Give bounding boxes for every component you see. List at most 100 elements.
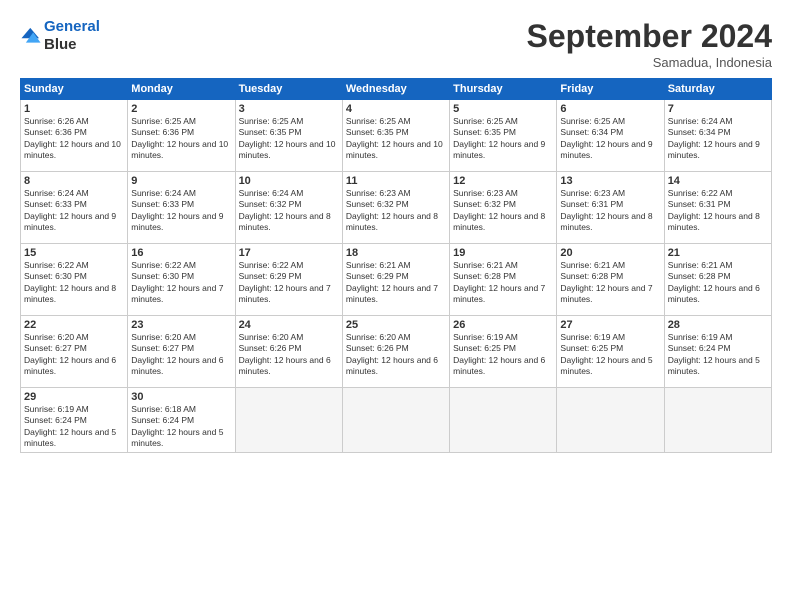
day-number: 20 <box>560 247 660 259</box>
list-item: 12Sunrise: 6:23 AMSunset: 6:32 PMDayligh… <box>450 172 557 244</box>
table-row: 1Sunrise: 6:26 AMSunset: 6:36 PMDaylight… <box>21 100 772 172</box>
day-number: 10 <box>239 175 339 187</box>
day-number: 25 <box>346 319 446 331</box>
day-number: 22 <box>24 319 124 331</box>
day-number: 13 <box>560 175 660 187</box>
day-info: Sunrise: 6:25 AMSunset: 6:34 PMDaylight:… <box>560 116 660 162</box>
day-info: Sunrise: 6:24 AMSunset: 6:32 PMDaylight:… <box>239 188 339 234</box>
day-info: Sunrise: 6:21 AMSunset: 6:28 PMDaylight:… <box>560 260 660 306</box>
day-number: 17 <box>239 247 339 259</box>
list-item: 19Sunrise: 6:21 AMSunset: 6:28 PMDayligh… <box>450 244 557 316</box>
day-number: 12 <box>453 175 553 187</box>
day-number: 21 <box>668 247 768 259</box>
day-info: Sunrise: 6:19 AMSunset: 6:24 PMDaylight:… <box>668 332 768 378</box>
day-info: Sunrise: 6:22 AMSunset: 6:30 PMDaylight:… <box>131 260 231 306</box>
day-info: Sunrise: 6:24 AMSunset: 6:33 PMDaylight:… <box>131 188 231 234</box>
day-number: 16 <box>131 247 231 259</box>
list-item: 4Sunrise: 6:25 AMSunset: 6:35 PMDaylight… <box>342 100 449 172</box>
day-number: 1 <box>24 103 124 115</box>
day-number: 23 <box>131 319 231 331</box>
list-item: 2Sunrise: 6:25 AMSunset: 6:36 PMDaylight… <box>128 100 235 172</box>
day-info: Sunrise: 6:24 AMSunset: 6:33 PMDaylight:… <box>24 188 124 234</box>
day-info: Sunrise: 6:19 AMSunset: 6:25 PMDaylight:… <box>453 332 553 378</box>
list-item: 20Sunrise: 6:21 AMSunset: 6:28 PMDayligh… <box>557 244 664 316</box>
day-number: 9 <box>131 175 231 187</box>
day-info: Sunrise: 6:21 AMSunset: 6:28 PMDaylight:… <box>453 260 553 306</box>
table-row: 29Sunrise: 6:19 AMSunset: 6:24 PMDayligh… <box>21 388 772 453</box>
day-info: Sunrise: 6:19 AMSunset: 6:24 PMDaylight:… <box>24 404 124 450</box>
list-item: 23Sunrise: 6:20 AMSunset: 6:27 PMDayligh… <box>128 316 235 388</box>
list-item <box>664 388 771 453</box>
table-row: 8Sunrise: 6:24 AMSunset: 6:33 PMDaylight… <box>21 172 772 244</box>
list-item <box>235 388 342 453</box>
day-info: Sunrise: 6:25 AMSunset: 6:36 PMDaylight:… <box>131 116 231 162</box>
list-item: 28Sunrise: 6:19 AMSunset: 6:24 PMDayligh… <box>664 316 771 388</box>
list-item <box>450 388 557 453</box>
list-item: 6Sunrise: 6:25 AMSunset: 6:34 PMDaylight… <box>557 100 664 172</box>
day-info: Sunrise: 6:25 AMSunset: 6:35 PMDaylight:… <box>453 116 553 162</box>
day-info: Sunrise: 6:20 AMSunset: 6:26 PMDaylight:… <box>346 332 446 378</box>
day-number: 6 <box>560 103 660 115</box>
list-item: 9Sunrise: 6:24 AMSunset: 6:33 PMDaylight… <box>128 172 235 244</box>
list-item: 8Sunrise: 6:24 AMSunset: 6:33 PMDaylight… <box>21 172 128 244</box>
title-block: September 2024 Samadua, Indonesia <box>527 18 772 70</box>
month-title: September 2024 <box>527 18 772 55</box>
day-info: Sunrise: 6:21 AMSunset: 6:28 PMDaylight:… <box>668 260 768 306</box>
list-item: 24Sunrise: 6:20 AMSunset: 6:26 PMDayligh… <box>235 316 342 388</box>
list-item: 16Sunrise: 6:22 AMSunset: 6:30 PMDayligh… <box>128 244 235 316</box>
day-info: Sunrise: 6:21 AMSunset: 6:29 PMDaylight:… <box>346 260 446 306</box>
day-info: Sunrise: 6:22 AMSunset: 6:29 PMDaylight:… <box>239 260 339 306</box>
day-info: Sunrise: 6:23 AMSunset: 6:32 PMDaylight:… <box>453 188 553 234</box>
col-monday: Monday <box>128 79 235 100</box>
day-number: 8 <box>24 175 124 187</box>
calendar-page: General Blue September 2024 Samadua, Ind… <box>0 0 792 612</box>
day-number: 2 <box>131 103 231 115</box>
col-thursday: Thursday <box>450 79 557 100</box>
day-info: Sunrise: 6:19 AMSunset: 6:25 PMDaylight:… <box>560 332 660 378</box>
day-info: Sunrise: 6:26 AMSunset: 6:36 PMDaylight:… <box>24 116 124 162</box>
day-number: 11 <box>346 175 446 187</box>
day-info: Sunrise: 6:22 AMSunset: 6:31 PMDaylight:… <box>668 188 768 234</box>
list-item: 5Sunrise: 6:25 AMSunset: 6:35 PMDaylight… <box>450 100 557 172</box>
day-number: 18 <box>346 247 446 259</box>
day-number: 5 <box>453 103 553 115</box>
day-number: 28 <box>668 319 768 331</box>
logo: General Blue <box>20 18 100 54</box>
col-tuesday: Tuesday <box>235 79 342 100</box>
day-info: Sunrise: 6:23 AMSunset: 6:31 PMDaylight:… <box>560 188 660 234</box>
list-item: 10Sunrise: 6:24 AMSunset: 6:32 PMDayligh… <box>235 172 342 244</box>
day-number: 24 <box>239 319 339 331</box>
list-item: 7Sunrise: 6:24 AMSunset: 6:34 PMDaylight… <box>664 100 771 172</box>
list-item: 11Sunrise: 6:23 AMSunset: 6:32 PMDayligh… <box>342 172 449 244</box>
list-item: 15Sunrise: 6:22 AMSunset: 6:30 PMDayligh… <box>21 244 128 316</box>
list-item: 27Sunrise: 6:19 AMSunset: 6:25 PMDayligh… <box>557 316 664 388</box>
col-sunday: Sunday <box>21 79 128 100</box>
day-info: Sunrise: 6:20 AMSunset: 6:27 PMDaylight:… <box>24 332 124 378</box>
list-item: 29Sunrise: 6:19 AMSunset: 6:24 PMDayligh… <box>21 388 128 453</box>
day-info: Sunrise: 6:20 AMSunset: 6:26 PMDaylight:… <box>239 332 339 378</box>
day-number: 27 <box>560 319 660 331</box>
col-friday: Friday <box>557 79 664 100</box>
logo-icon <box>20 25 42 47</box>
day-number: 14 <box>668 175 768 187</box>
list-item: 17Sunrise: 6:22 AMSunset: 6:29 PMDayligh… <box>235 244 342 316</box>
day-info: Sunrise: 6:24 AMSunset: 6:34 PMDaylight:… <box>668 116 768 162</box>
list-item: 14Sunrise: 6:22 AMSunset: 6:31 PMDayligh… <box>664 172 771 244</box>
header: General Blue September 2024 Samadua, Ind… <box>20 18 772 70</box>
header-row: Sunday Monday Tuesday Wednesday Thursday… <box>21 79 772 100</box>
table-row: 22Sunrise: 6:20 AMSunset: 6:27 PMDayligh… <box>21 316 772 388</box>
list-item: 1Sunrise: 6:26 AMSunset: 6:36 PMDaylight… <box>21 100 128 172</box>
day-info: Sunrise: 6:22 AMSunset: 6:30 PMDaylight:… <box>24 260 124 306</box>
list-item: 3Sunrise: 6:25 AMSunset: 6:35 PMDaylight… <box>235 100 342 172</box>
day-number: 7 <box>668 103 768 115</box>
list-item: 30Sunrise: 6:18 AMSunset: 6:24 PMDayligh… <box>128 388 235 453</box>
day-info: Sunrise: 6:25 AMSunset: 6:35 PMDaylight:… <box>346 116 446 162</box>
table-row: 15Sunrise: 6:22 AMSunset: 6:30 PMDayligh… <box>21 244 772 316</box>
day-number: 4 <box>346 103 446 115</box>
list-item <box>557 388 664 453</box>
day-info: Sunrise: 6:25 AMSunset: 6:35 PMDaylight:… <box>239 116 339 162</box>
list-item: 21Sunrise: 6:21 AMSunset: 6:28 PMDayligh… <box>664 244 771 316</box>
day-info: Sunrise: 6:18 AMSunset: 6:24 PMDaylight:… <box>131 404 231 450</box>
day-number: 19 <box>453 247 553 259</box>
day-info: Sunrise: 6:23 AMSunset: 6:32 PMDaylight:… <box>346 188 446 234</box>
